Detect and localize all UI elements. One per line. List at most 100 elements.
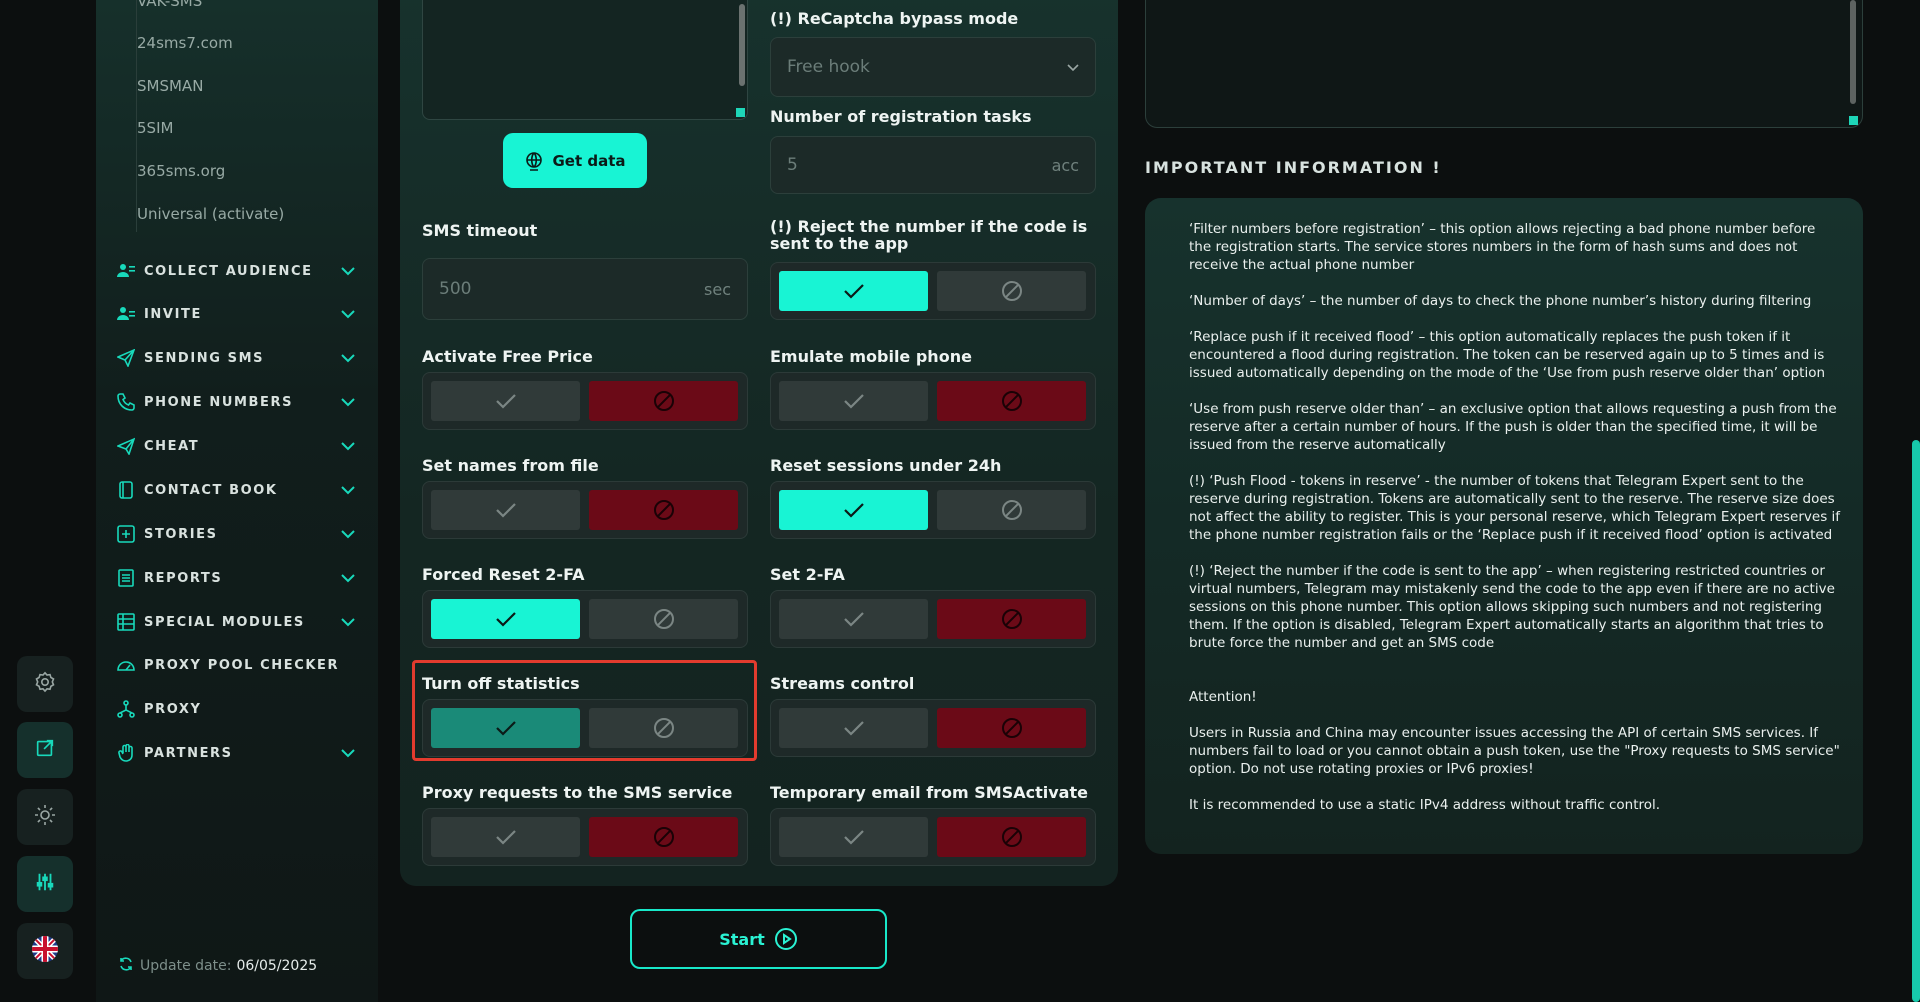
sliders-icon [34,871,56,897]
ban-icon [653,390,675,412]
subitem-5sim[interactable]: 5SIM [137,119,173,137]
proxy-requests-to-the-sms-service-toggle [422,808,748,866]
toggle-on-button[interactable] [779,817,928,857]
theme-button[interactable] [17,789,73,845]
nav-label: INVITE [144,306,202,322]
language-button[interactable] [17,923,73,979]
scrollbar[interactable] [1850,0,1856,104]
streams-control-label: Streams control [770,674,915,693]
subitem-smsman[interactable]: SMSMAN [137,77,203,95]
chevron-down-icon [340,482,356,498]
hand-icon [116,743,136,763]
temporary-email-from-smsactivate-label: Temporary email from SMSActivate [770,783,1088,802]
toggle-off-button[interactable] [937,381,1086,421]
nav-reports[interactable]: REPORTS [116,567,356,589]
toggle-off-button[interactable] [589,599,738,639]
nav-invite[interactable]: INVITE [116,303,356,325]
nav-label: SPECIAL MODULES [144,614,305,630]
toggle-off-button[interactable] [589,817,738,857]
nav-label: PARTNERS [144,745,233,761]
toggle-on-button[interactable] [779,599,928,639]
uk-flag-icon [31,935,59,967]
chevron-down-icon [340,394,356,410]
sms-timeout-label: SMS timeout [422,221,538,240]
toggle-off-button[interactable] [937,271,1086,311]
subitem-24sms7[interactable]: 24sms7.com [137,34,233,52]
nav-proxy[interactable]: PROXY [116,698,356,720]
recaptcha-value: Free hook [787,57,870,77]
info-paragraph: (!) ‘Push Flood - tokens in reserve’ - t… [1189,473,1841,543]
toggle-off-button[interactable] [937,817,1086,857]
chevron-down-icon [340,438,356,454]
scrollbar[interactable] [739,4,745,86]
subitem-vak-sms[interactable]: VAK-SMS [137,0,202,10]
sms-timeout-unit: sec [704,279,731,299]
report-icon [116,568,136,588]
page-scrollbar[interactable] [1912,440,1920,1002]
reg-tasks-label: Number of registration tasks [770,107,1032,126]
nav-label: PHONE NUMBERS [144,394,294,410]
subitem-365sms[interactable]: 365sms.org [137,162,225,180]
recaptcha-select[interactable]: Free hook [770,37,1096,97]
plus-square-icon [116,524,136,544]
refresh-icon [118,956,134,976]
subitem-universal[interactable]: Universal (activate) [137,205,284,223]
ban-icon [1001,390,1023,412]
settings-button[interactable] [17,656,73,712]
toggle-on-button[interactable] [431,490,580,530]
nav-stories[interactable]: STORIES [116,523,356,545]
toggle-off-button[interactable] [589,381,738,421]
user-plus-icon [116,304,136,324]
play-circle-icon [774,927,798,951]
nav-label: PROXY POOL CHECKER [144,657,340,673]
important-info-panel: ‘Filter numbers before registration’ – t… [1145,198,1863,854]
resize-handle[interactable] [1849,116,1858,125]
chevron-down-icon [340,306,356,322]
toggle-off-button[interactable] [589,490,738,530]
nav-label: SENDING SMS [144,350,265,366]
toggle-on-button[interactable] [779,381,928,421]
toggle-off-button[interactable] [937,490,1086,530]
numbers-textarea[interactable] [422,0,748,120]
nav-proxy-pool-checker[interactable]: PROXY POOL CHECKER [116,654,356,676]
set-2-fa-toggle [770,590,1096,648]
start-label: Start [719,929,765,949]
gauge-icon [116,655,136,675]
nav-cheat[interactable]: CHEAT [116,435,356,457]
nav-contact-book[interactable]: CONTACT BOOK [116,479,356,501]
start-button[interactable]: Start [630,909,887,969]
book-icon [116,480,136,500]
nav-label: CHEAT [144,438,200,454]
network-icon [116,699,136,719]
sms-timeout-input[interactable]: 500 sec [422,258,748,320]
log-textarea[interactable] [1145,0,1863,128]
toggle-on-button[interactable] [431,599,580,639]
ban-icon [1001,280,1023,302]
resize-handle[interactable] [736,108,745,117]
nav-partners[interactable]: PARTNERS [116,742,356,764]
ban-icon [653,499,675,521]
nav-sending-sms[interactable]: SENDING SMS [116,347,356,369]
turn-off-statistics-highlight [412,660,757,761]
nav-phone-numbers[interactable]: PHONE NUMBERS [116,391,356,413]
send-icon [116,348,136,368]
open-external-button[interactable] [17,722,73,778]
toggle-off-button[interactable] [937,599,1086,639]
toggle-on-button[interactable] [779,271,928,311]
activate-free-price-toggle [422,372,748,430]
toggle-on-button[interactable] [431,817,580,857]
chevron-down-icon [340,263,356,279]
nav-collect-audience[interactable]: COLLECT AUDIENCE [116,260,356,282]
set-names-from-file-label: Set names from file [422,456,599,475]
nav-special-modules[interactable]: SPECIAL MODULES [116,611,356,633]
get-data-button[interactable]: Get data [503,133,647,188]
reg-tasks-input[interactable]: 5 acc [770,136,1096,194]
info-paragraph: (!) ‘Reject the number if the code is se… [1189,563,1835,651]
nav-label: STORIES [144,526,218,542]
filters-button[interactable] [17,856,73,912]
toggle-on-button[interactable] [431,381,580,421]
info-attention: Attention! [1189,689,1257,705]
toggle-on-button[interactable] [779,490,928,530]
toggle-off-button[interactable] [937,708,1086,748]
toggle-on-button[interactable] [779,708,928,748]
